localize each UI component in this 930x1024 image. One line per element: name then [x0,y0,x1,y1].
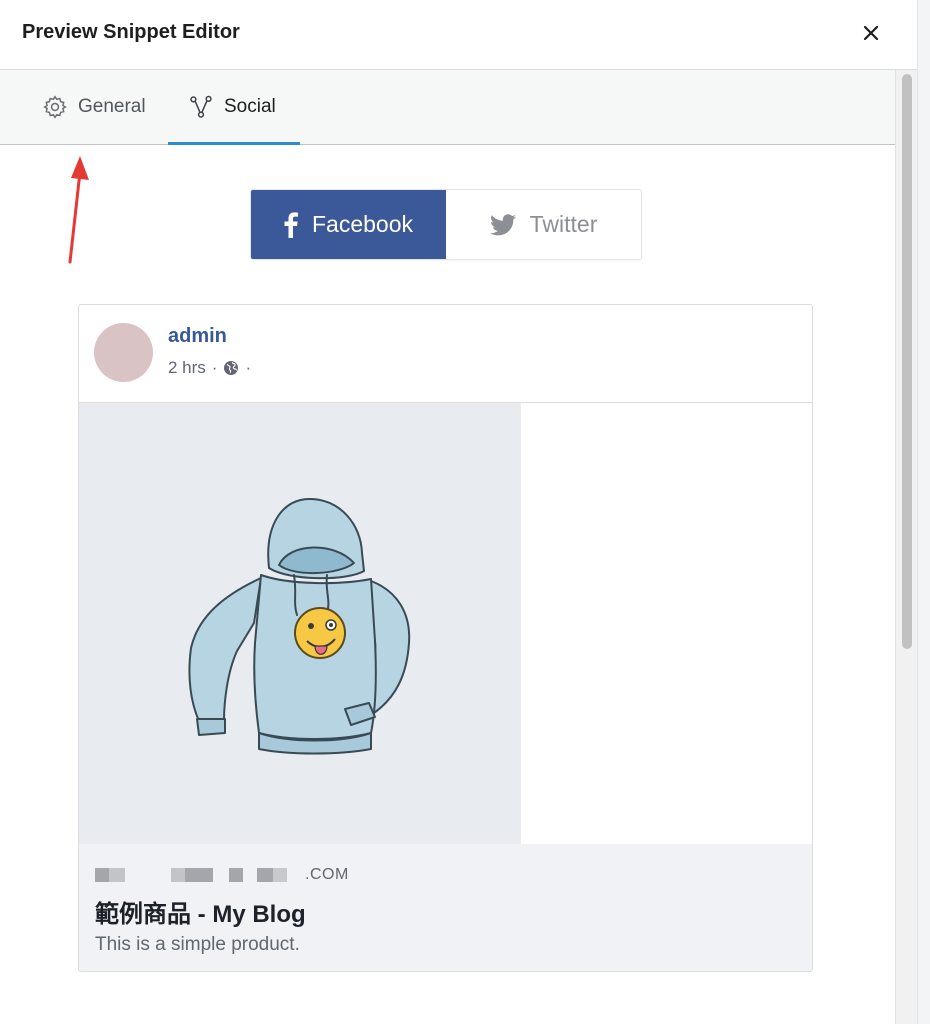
redacted-block [185,868,213,882]
meta-separator-2: · [245,358,252,377]
facebook-post-preview: admin 2 hrs · · .COM 範例商品 - My Blog This… [78,304,813,972]
post-domain: .COM [95,865,365,885]
post-description: This is a simple product. [95,934,300,955]
gear-icon [43,95,67,119]
facebook-toggle-label: Facebook [311,211,413,237]
post-header: admin 2 hrs · · [79,305,812,403]
tab-bar: General Social [0,70,895,145]
redacted-block [109,868,125,882]
redacted-block [257,868,273,882]
preview-snippet-editor-panel: Preview Snippet Editor General Social Fa… [0,0,917,1024]
globe-icon [224,361,239,375]
twitter-toggle-label: Twitter [529,211,598,237]
twitter-toggle-button[interactable]: Twitter [446,190,641,259]
close-button[interactable] [855,17,887,49]
social-preview-content: Facebook Twitter admin 2 hrs · · .COM 範例… [0,145,895,1024]
facebook-icon [284,211,298,238]
post-author[interactable]: admin [168,325,227,348]
avatar [94,323,153,382]
post-time: 2 hrs [168,358,206,377]
network-toggle: Facebook Twitter [250,189,642,260]
redacted-block [95,868,109,882]
panel-title: Preview Snippet Editor [22,21,240,43]
vertical-scrollbar[interactable] [895,70,917,1024]
post-link-footer[interactable]: .COM 範例商品 - My Blog This is a simple pro… [79,844,812,971]
hoodie-illustration [188,497,411,755]
tab-social-label: Social [224,96,276,117]
post-image[interactable] [79,403,521,844]
post-title: 範例商品 - My Blog [95,901,306,928]
panel-header: Preview Snippet Editor [0,0,917,70]
redacted-block [229,868,243,882]
post-meta: 2 hrs · · [168,358,251,378]
facebook-toggle-button[interactable]: Facebook [251,190,446,259]
redacted-block [273,868,287,882]
post-image-padding [521,403,812,844]
domain-suffix: .COM [305,866,349,883]
redacted-block [171,868,185,882]
twitter-icon [489,213,516,235]
share-nodes-icon [190,95,212,118]
tab-social[interactable]: Social [168,70,300,145]
tab-general-label: General [78,96,146,117]
scrollbar-thumb[interactable] [902,74,912,649]
window-edge [917,0,930,1024]
close-icon [863,25,879,41]
tab-general[interactable]: General [42,70,146,144]
meta-separator: · [211,358,218,377]
